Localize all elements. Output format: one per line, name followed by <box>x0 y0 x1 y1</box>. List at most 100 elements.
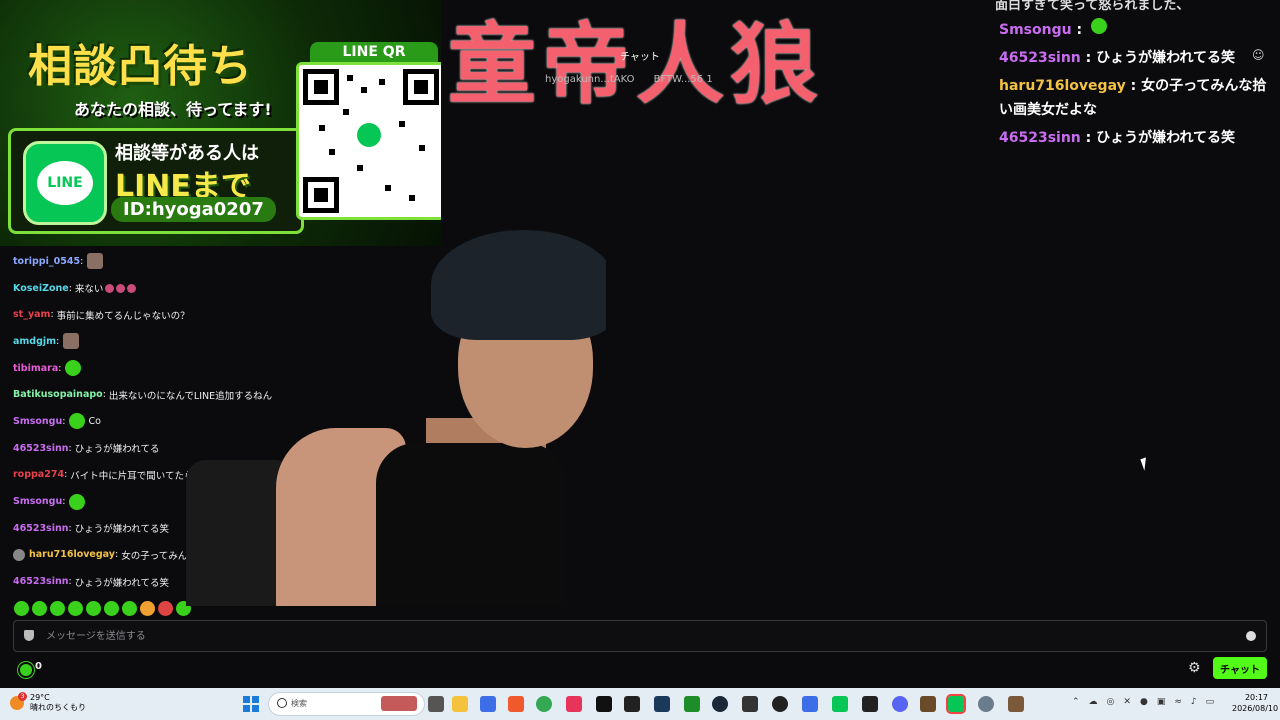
gifter-1[interactable]: hyogakunn...tAKO <box>545 74 635 85</box>
task-view-icon[interactable] <box>428 696 444 712</box>
overlay-separator: : <box>1071 22 1087 38</box>
chrome-icon[interactable] <box>536 696 552 712</box>
chat-username[interactable]: haru716lovegay <box>29 549 115 560</box>
webcam-tanktop <box>376 443 566 606</box>
emote-icon <box>127 283 137 293</box>
chat-username[interactable]: Smsongu <box>13 496 62 507</box>
overlay-separator: : <box>1080 130 1097 146</box>
emote-icon[interactable] <box>86 601 101 616</box>
user-avatar[interactable] <box>13 548 25 561</box>
chat-separator: : <box>50 309 54 321</box>
settings-app-icon[interactable] <box>978 696 994 712</box>
overlay-text: ひょうが嫌われてる笑 <box>1096 50 1236 66</box>
emote-icon[interactable] <box>122 601 137 616</box>
brave-browser-icon[interactable] <box>508 696 524 712</box>
qr-line-logo-icon <box>357 123 381 147</box>
chat-separator: : <box>68 282 72 294</box>
chat-separator: : <box>56 335 60 347</box>
emote-icon <box>105 283 115 293</box>
emote-icon[interactable] <box>68 601 83 616</box>
app-icon[interactable] <box>566 696 582 712</box>
wifi-icon[interactable]: ≈ <box>1174 697 1182 707</box>
channel-points-icon[interactable] <box>18 662 34 678</box>
system-tray: ⌃ ☁ ◎ ✕ ● ▣ ≈ ♪ ▭ <box>1072 697 1214 707</box>
chat-username[interactable]: 46523sinn <box>13 576 69 587</box>
clock-date: 2026/08/10 <box>1232 704 1279 713</box>
bluetooth-icon[interactable]: ✕ <box>1123 697 1131 707</box>
chat-separator: : <box>80 255 84 267</box>
mic-icon[interactable]: ◎ <box>1107 697 1115 707</box>
discord-icon[interactable] <box>892 696 908 712</box>
gifter-2[interactable]: BFTW...56 1 <box>654 74 713 85</box>
weather-temp: 29°C <box>30 693 50 702</box>
chat-username[interactable]: roppa274 <box>13 469 64 480</box>
chat-text: ひょうが嫌われてる笑 <box>74 577 169 589</box>
chat-username[interactable]: torippi_0545 <box>13 256 80 267</box>
promo-subtitle: あなたの相談、待ってます! <box>74 100 272 119</box>
emoji-icon[interactable] <box>1246 631 1256 641</box>
chat-username[interactable]: 46523sinn <box>13 523 69 534</box>
app-icon[interactable] <box>862 696 878 712</box>
tiktok-icon[interactable] <box>596 696 612 712</box>
windows-taskbar: 3 29°C 晴れのちくもり 検索 ⌃ ☁ ◎ ✕ ● ▣ ≈ ♪ ▭ 20:1 <box>0 688 1280 720</box>
overlay-message: haru716lovegay : 女の子ってみんな拾い画美女だよな <box>995 72 1280 124</box>
disney-icon[interactable] <box>654 696 670 712</box>
volume-icon[interactable]: ♪ <box>1191 697 1197 707</box>
channel-points-value: 0 <box>35 661 42 672</box>
shield-icon <box>24 630 34 641</box>
weather-widget[interactable]: 3 29°C 晴れのちくもり <box>10 692 86 713</box>
app-icon[interactable] <box>742 696 758 712</box>
network-icon[interactable]: ☁ <box>1089 697 1098 707</box>
app-icon[interactable] <box>802 696 818 712</box>
chat-username[interactable]: 46523sinn <box>13 443 69 454</box>
gear-icon[interactable]: ⚙ <box>1188 660 1204 676</box>
file-explorer-icon[interactable] <box>452 696 468 712</box>
taskbar-search-label: 検索 <box>291 699 307 708</box>
chat-text: 事前に集めてるんじゃないの？ <box>56 310 190 322</box>
app-icon[interactable] <box>480 696 496 712</box>
battery-icon[interactable]: ▭ <box>1206 697 1215 707</box>
line-promo-banner: 相談凸待ち あなたの相談、待ってます! LINE 相談等がある人は LINEまで… <box>0 0 441 246</box>
emote-icon[interactable] <box>14 601 29 616</box>
emote-icon[interactable] <box>158 601 173 616</box>
chat-username[interactable]: amdgjm <box>13 336 56 347</box>
emote-icon[interactable] <box>140 601 155 616</box>
line-app-active-icon[interactable] <box>946 694 966 714</box>
chat-text: 来ない <box>74 284 104 296</box>
overlay-text: ひょうが嫌われてる笑 <box>1096 130 1236 146</box>
app-icon[interactable] <box>1008 696 1024 712</box>
taskbar-clock[interactable]: 20:17 2026/08/10 <box>1232 692 1279 714</box>
line-app-icon[interactable] <box>832 696 848 712</box>
display-icon[interactable]: ▣ <box>1157 697 1166 707</box>
chat-separator: : <box>62 496 66 508</box>
windows-start-icon[interactable] <box>243 696 259 712</box>
app-icon[interactable] <box>624 696 640 712</box>
steam-icon[interactable] <box>712 696 728 712</box>
chat-header-label: チャット <box>620 52 660 63</box>
app-icon[interactable] <box>684 696 700 712</box>
chat-text: バイト中に片耳で聞いてたら言 <box>70 470 203 482</box>
chat-separator: : <box>114 549 119 561</box>
emote-icon[interactable] <box>50 601 65 616</box>
chat-message-input[interactable] <box>44 621 1228 651</box>
emote-icon[interactable] <box>104 601 119 616</box>
chat-username[interactable]: tibimara <box>13 363 58 374</box>
clock-time: 20:17 <box>1244 693 1268 702</box>
chat-username[interactable]: KoseiZone <box>13 283 69 294</box>
send-chat-button[interactable]: チャット <box>1213 657 1267 679</box>
minecraft-icon[interactable] <box>920 696 936 712</box>
taskbar-search-box[interactable]: 検索 <box>268 692 425 716</box>
chat-separator: : <box>68 442 72 454</box>
users-icon[interactable]: ☺ <box>1252 48 1268 62</box>
mouse-cursor-icon <box>1140 455 1156 471</box>
emote-icon[interactable] <box>32 601 47 616</box>
chat-username[interactable]: Batikusopainapo <box>13 389 103 400</box>
promo-headline: 相談凸待ち <box>28 41 253 92</box>
chat-text: Co <box>88 415 101 427</box>
overlay-username: Smsongu <box>999 22 1072 38</box>
obs-icon[interactable] <box>772 696 788 712</box>
cloud-icon[interactable]: ● <box>1140 697 1148 707</box>
chevron-up-icon[interactable]: ⌃ <box>1072 697 1080 707</box>
chat-username[interactable]: Smsongu <box>13 416 62 427</box>
chat-username[interactable]: st_yam <box>13 309 50 320</box>
